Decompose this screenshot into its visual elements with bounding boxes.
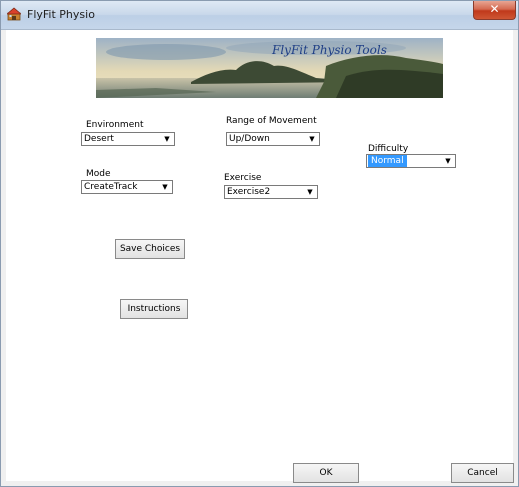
difficulty-value: Normal xyxy=(368,155,407,167)
exercise-dropdown[interactable]: Exercise2 ▼ xyxy=(224,185,318,199)
exercise-label: Exercise xyxy=(224,173,262,183)
banner-title: FlyFit Physio Tools xyxy=(272,43,387,57)
difficulty-dropdown[interactable]: Normal ▼ xyxy=(366,154,456,168)
window-title: FlyFit Physio xyxy=(27,8,95,21)
mode-value: CreateTrack xyxy=(84,182,138,192)
range-of-movement-value: Up/Down xyxy=(229,134,270,144)
chevron-down-icon[interactable]: ▼ xyxy=(441,155,455,167)
exercise-value: Exercise2 xyxy=(227,187,271,197)
environment-value: Desert xyxy=(84,134,114,144)
title-bar[interactable]: FlyFit Physio ✕ xyxy=(1,1,518,30)
cancel-button[interactable]: Cancel xyxy=(451,463,514,483)
close-button[interactable]: ✕ xyxy=(473,1,516,20)
banner-image: FlyFit Physio Tools xyxy=(96,38,443,98)
chevron-down-icon[interactable]: ▼ xyxy=(158,181,172,193)
range-of-movement-dropdown[interactable]: Up/Down ▼ xyxy=(226,132,320,146)
mode-label: Mode xyxy=(86,169,111,179)
range-of-movement-label: Range of Movement xyxy=(226,116,317,126)
app-window: FlyFit Physio ✕ FlyFit Physio Tools Envi… xyxy=(0,0,519,487)
mode-dropdown[interactable]: CreateTrack ▼ xyxy=(81,180,173,194)
ok-button[interactable]: OK xyxy=(293,463,359,483)
chevron-down-icon[interactable]: ▼ xyxy=(303,186,317,198)
chevron-down-icon[interactable]: ▼ xyxy=(160,133,174,145)
client-area: FlyFit Physio Tools Environment Desert ▼… xyxy=(6,30,514,483)
instructions-button[interactable]: Instructions xyxy=(120,299,188,319)
environment-label: Environment xyxy=(86,120,144,130)
difficulty-label: Difficulty xyxy=(368,144,409,154)
app-icon xyxy=(7,7,21,21)
environment-dropdown[interactable]: Desert ▼ xyxy=(81,132,175,146)
save-choices-button[interactable]: Save Choices xyxy=(115,239,185,259)
chevron-down-icon[interactable]: ▼ xyxy=(305,133,319,145)
